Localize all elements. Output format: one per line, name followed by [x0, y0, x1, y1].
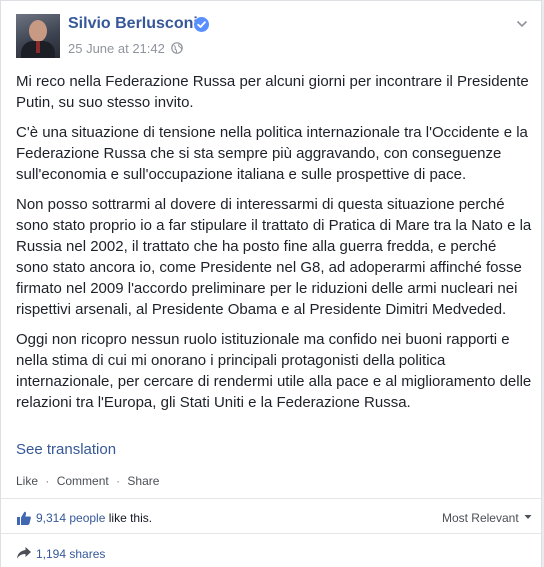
see-translation-link[interactable]: See translation — [16, 441, 116, 458]
divider — [1, 498, 543, 499]
comment-link[interactable]: Comment — [57, 474, 109, 488]
post-paragraph: Oggi non ricopro nessun ruolo istituzion… — [16, 331, 532, 411]
author-name[interactable]: Silvio Berlusconi — [68, 15, 198, 33]
chevron-down-icon[interactable] — [515, 17, 529, 31]
post-body: Mi reco nella Federazione Russa per alcu… — [16, 71, 532, 422]
post-paragraph: Non posso sottrarmi al dovere di interes… — [16, 196, 532, 318]
share-arrow-icon — [17, 547, 31, 559]
post-paragraph: Mi reco nella Federazione Russa per alcu… — [16, 73, 529, 111]
likes-row: 9,314 people like this. Most Relevant — [16, 508, 532, 530]
likes-summary: 9,314 people like this. — [36, 511, 152, 525]
post-paragraph: C'è una situazione di tensione nella pol… — [16, 124, 528, 183]
likes-count[interactable]: 9,314 people — [36, 511, 105, 525]
post-actions: Like · Comment · Share — [16, 474, 159, 488]
verified-badge-icon — [194, 17, 209, 32]
post-meta: 25 June at 21:42 — [68, 41, 184, 56]
separator: · — [116, 474, 121, 488]
avatar-face — [29, 20, 47, 42]
globe-icon — [171, 42, 184, 54]
post-card: Silvio Berlusconi 25 June at 21:42 Mi re… — [0, 0, 543, 567]
divider — [1, 533, 543, 534]
avatar-tie — [36, 41, 40, 53]
post-header: Silvio Berlusconi 25 June at 21:42 — [16, 14, 528, 60]
avatar[interactable] — [16, 14, 60, 58]
separator: · — [45, 474, 50, 488]
likes-suffix: like this. — [108, 511, 153, 525]
thumbs-up-icon — [17, 511, 31, 525]
post-timestamp[interactable]: 25 June at 21:42 — [68, 41, 165, 56]
sort-label: Most Relevant — [441, 511, 519, 525]
caret-down-icon — [524, 515, 532, 519]
sort-comments-dropdown[interactable]: Most Relevant — [442, 511, 532, 525]
share-link[interactable]: Share — [127, 474, 159, 488]
shares-count[interactable]: 1,194 shares — [36, 547, 105, 561]
like-link[interactable]: Like — [16, 474, 38, 488]
